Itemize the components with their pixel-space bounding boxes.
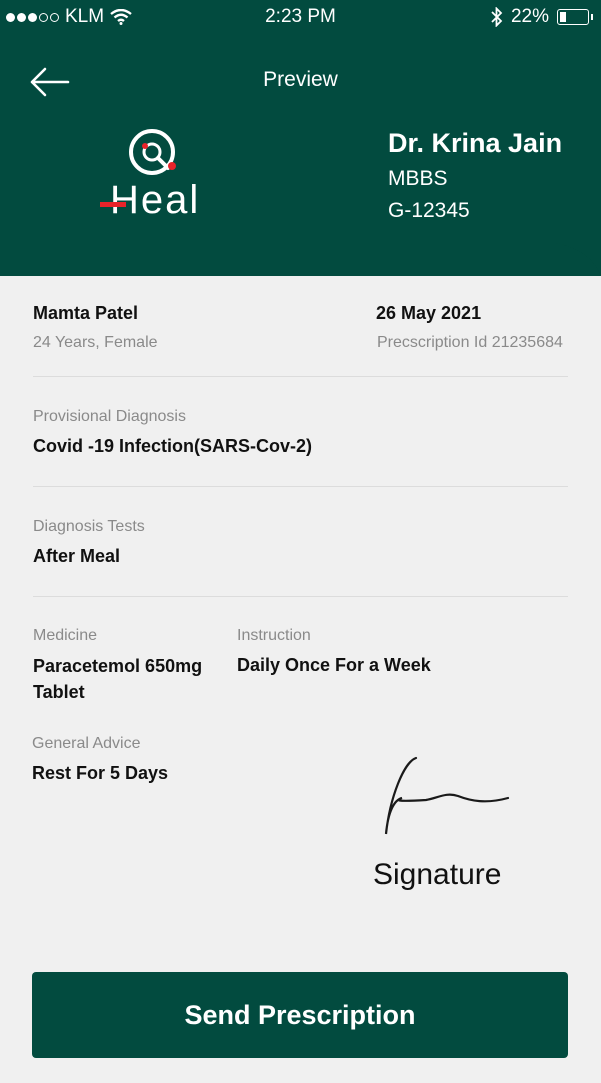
- battery-icon: [557, 9, 593, 25]
- heal-logo: Heal: [100, 126, 210, 222]
- instruction-label: Instruction: [237, 627, 311, 644]
- logo-accent-bar: [100, 202, 126, 207]
- diagnosis-label: Provisional Diagnosis: [33, 408, 186, 425]
- diagnosis-value: Covid -19 Infection(SARS-Cov-2): [33, 436, 313, 456]
- doctor-name: Dr. Krina Jain: [388, 128, 563, 158]
- signature-image: [384, 756, 510, 835]
- patient-name: Mamta Patel: [33, 303, 139, 323]
- header-curve: [0, 243, 601, 276]
- doctor-reg-id: G-12345: [388, 199, 470, 222]
- advice-value: Rest For 5 Days: [32, 763, 169, 783]
- doctor-degree: MBBS: [388, 167, 448, 190]
- tests-label: Diagnosis Tests: [33, 518, 145, 535]
- patient-details: 24 Years, Female: [33, 334, 158, 351]
- doctor-info: Dr. Krina Jain MBBS G-12345: [388, 128, 562, 223]
- tests-value: After Meal: [33, 546, 121, 566]
- signature-label: Signature: [373, 858, 502, 891]
- heal-logo-text: Heal: [110, 178, 201, 222]
- prescription-id: Precscription Id 21235684: [377, 334, 563, 351]
- heal-logo-mark-icon: [129, 129, 176, 175]
- divider: [33, 596, 568, 597]
- prescription-date: 26 May 2021: [376, 303, 482, 323]
- medicine-label: Medicine: [33, 627, 98, 644]
- medicine-name-line2: Tablet: [33, 682, 85, 702]
- instruction-value: Daily Once For a Week: [237, 655, 431, 675]
- battery-percent: 22%: [510, 6, 549, 27]
- divider: [33, 376, 568, 377]
- advice-label: General Advice: [32, 735, 141, 752]
- divider: [33, 486, 568, 487]
- bluetooth-icon: [491, 7, 503, 27]
- status-right: 22%: [491, 6, 593, 28]
- status-bar: KLM 2:23 PM 22%: [0, 0, 601, 34]
- send-prescription-button[interactable]: Send Prescription: [32, 972, 568, 1058]
- medicine-name-line1: Paracetemol 650mg: [33, 656, 203, 676]
- page-title: Preview: [263, 68, 338, 91]
